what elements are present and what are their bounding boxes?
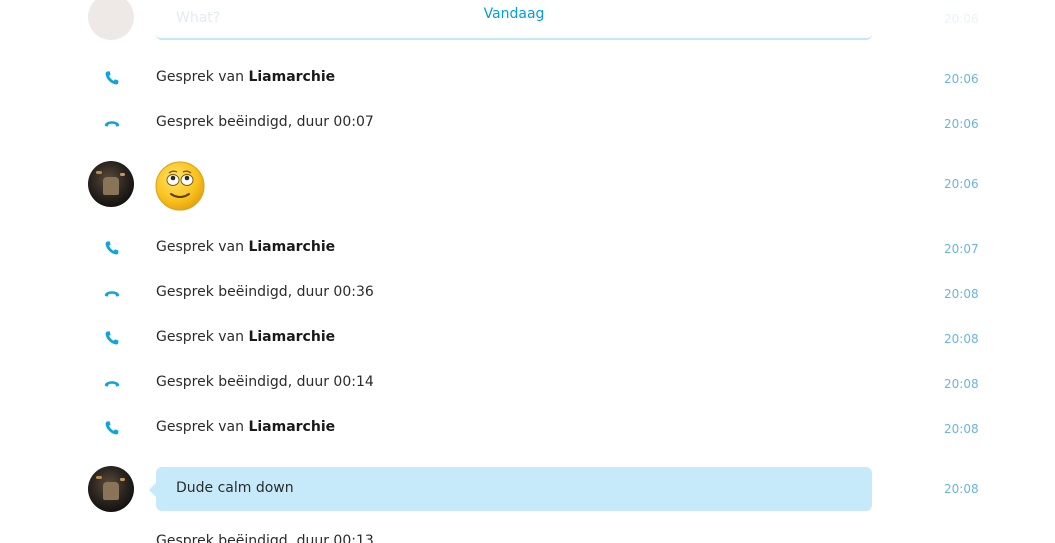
caller-name: Liamarchie <box>248 69 336 85</box>
call-event-row: Gesprek van Liamarchie 20:06 <box>0 67 1055 89</box>
message-text: Dude calm down <box>176 480 294 496</box>
phone-icon <box>105 241 119 255</box>
call-event-row: Gesprek van Liamarchie 20:07 <box>0 237 1055 259</box>
call-ended-text: Gesprek beëindigd, duur 00:36 <box>156 284 374 300</box>
caller-name: Liamarchie <box>248 329 336 345</box>
event-time: 20:08 <box>944 332 979 346</box>
call-event-text: Gesprek van Liamarchie <box>156 329 335 345</box>
message-bubble[interactable]: Dude calm down <box>148 467 872 511</box>
phone-icon <box>105 421 119 435</box>
call-prefix: Gesprek van <box>156 239 249 255</box>
call-event-text: Gesprek van Liamarchie <box>156 69 335 85</box>
eyes-rolling-smiley-icon[interactable] <box>155 161 205 211</box>
call-prefix: Gesprek van <box>156 419 249 435</box>
contact-avatar[interactable] <box>88 0 134 40</box>
call-ended-row: Gesprek beëindigd, duur 00:07 20:06 <box>0 112 1055 134</box>
event-time: 20:08 <box>944 287 979 301</box>
event-time: 20:08 <box>944 482 979 496</box>
event-time: 20:06 <box>944 117 979 131</box>
hang-up-icon <box>104 121 120 127</box>
date-separator: Vandaag <box>483 6 545 22</box>
event-time: 20:06 <box>944 72 979 86</box>
contact-avatar[interactable] <box>88 466 134 512</box>
call-event-text: Gesprek van Liamarchie <box>156 419 335 435</box>
phone-icon <box>105 331 119 345</box>
call-event-text: Gesprek van Liamarchie <box>156 239 335 255</box>
event-time: 20:06 <box>944 177 979 191</box>
event-time: 20:08 <box>944 422 979 436</box>
call-ended-text: Gesprek beëindigd, duur 00:07 <box>156 114 374 130</box>
chat-history: What? Vandaag 20:06 Gesprek van Liamarch… <box>0 0 1055 543</box>
call-event-row: Gesprek van Liamarchie 20:08 <box>0 417 1055 439</box>
hang-up-icon <box>104 381 120 387</box>
call-event-row: Gesprek van Liamarchie 20:08 <box>0 327 1055 349</box>
hang-up-icon <box>104 291 120 297</box>
call-prefix: Gesprek van <box>156 329 249 345</box>
faded-message-time: 20:06 <box>944 12 979 26</box>
phone-icon <box>105 71 119 85</box>
event-time: 20:07 <box>944 242 979 256</box>
contact-avatar[interactable] <box>88 161 134 207</box>
call-ended-text: Gesprek beëindigd, duur 00:14 <box>156 374 374 390</box>
event-time: 20:08 <box>944 377 979 391</box>
caller-name: Liamarchie <box>248 239 336 255</box>
call-ended-row: Gesprek beëindigd, duur 00:14 20:08 <box>0 372 1055 394</box>
call-prefix: Gesprek van <box>156 69 249 85</box>
call-ended-text-partial: Gesprek beëindigd, duur 00:13 <box>156 533 374 543</box>
call-ended-row: Gesprek beëindigd, duur 00:36 20:08 <box>0 282 1055 304</box>
caller-name: Liamarchie <box>248 419 336 435</box>
